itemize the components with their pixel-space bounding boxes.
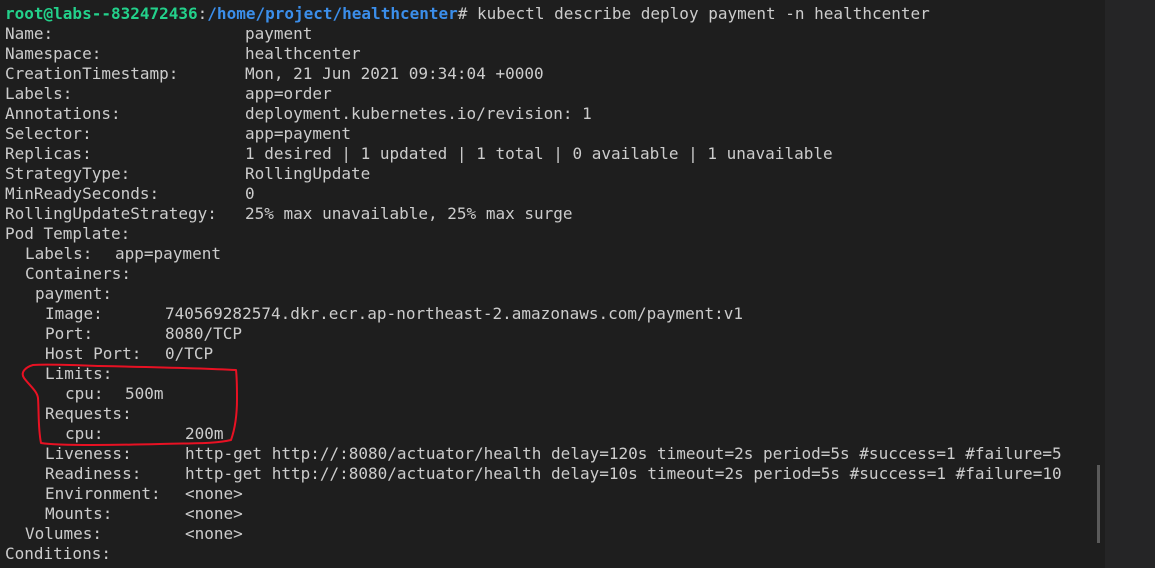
output-line-creation-timestamp: CreationTimestamp: Mon, 21 Jun 2021 09:34… [5,64,544,83]
output-line-environment: Environment: <none> [45,484,243,503]
output-line-selector: Selector: app=payment [5,124,351,143]
output-line-volumes: Volumes: <none> [25,524,243,543]
output-line-requests-cpu: cpu: 200m [65,424,224,443]
output-line-pod-template: Pod Template: [5,224,131,243]
output-line-requests: Requests: [45,404,132,423]
prompt-line: root@labs--832472436:/home/project/healt… [5,4,930,24]
output-line-annotations: Annotations: deployment.kubernetes.io/rev… [5,104,592,123]
output-line-rolling-update-strategy: RollingUpdateStrategy: 25% max unavailabl… [5,204,573,223]
command-text: kubectl describe deploy payment -n healt… [477,4,930,23]
output-line-min-ready-seconds: MinReadySeconds: 0 [5,184,255,203]
output-line-host-port: Host Port: 0/TCP [45,344,214,363]
output-line-pod-labels: Labels: app=payment [25,244,221,263]
output-line-mounts: Mounts: <none> [45,504,243,523]
output-line-replicas: Replicas: 1 desired | 1 updated | 1 total… [5,144,833,163]
prompt-path: /home/project/healthcenter [207,4,458,23]
output-line-strategy-type: StrategyType: RollingUpdate [5,164,371,183]
output-line-containers: Containers: [25,264,131,283]
output-line-port: Port: 8080/TCP [45,324,243,343]
output-line-namespace: Namespace: healthcenter [5,44,361,63]
prompt-user: root@labs--832472436 [5,4,198,23]
output-line-limits-cpu: cpu: 500m [65,384,164,403]
prompt-symbol: # [457,4,478,23]
side-panel [1105,0,1155,568]
output-line-liveness: Liveness: http-get http://:8080/actuator/… [45,444,1062,463]
output-line-image: Image: 740569282574.dkr.ecr.ap-northeast-… [45,304,743,323]
prompt-separator: : [197,4,208,23]
output-line-conditions: Conditions: [5,544,111,563]
output-line-labels: Labels: app=order [5,84,332,103]
output-line-readiness: Readiness: http-get http://:8080/actuator… [45,464,1062,483]
output-line-container-payment: payment: [35,284,113,303]
terminal-scrollbar[interactable] [1097,465,1100,543]
terminal-window[interactable]: root@labs--832472436:/home/project/healt… [0,0,1105,568]
output-line-name: Name: payment [5,24,313,43]
output-line-limits: Limits: [45,364,113,383]
